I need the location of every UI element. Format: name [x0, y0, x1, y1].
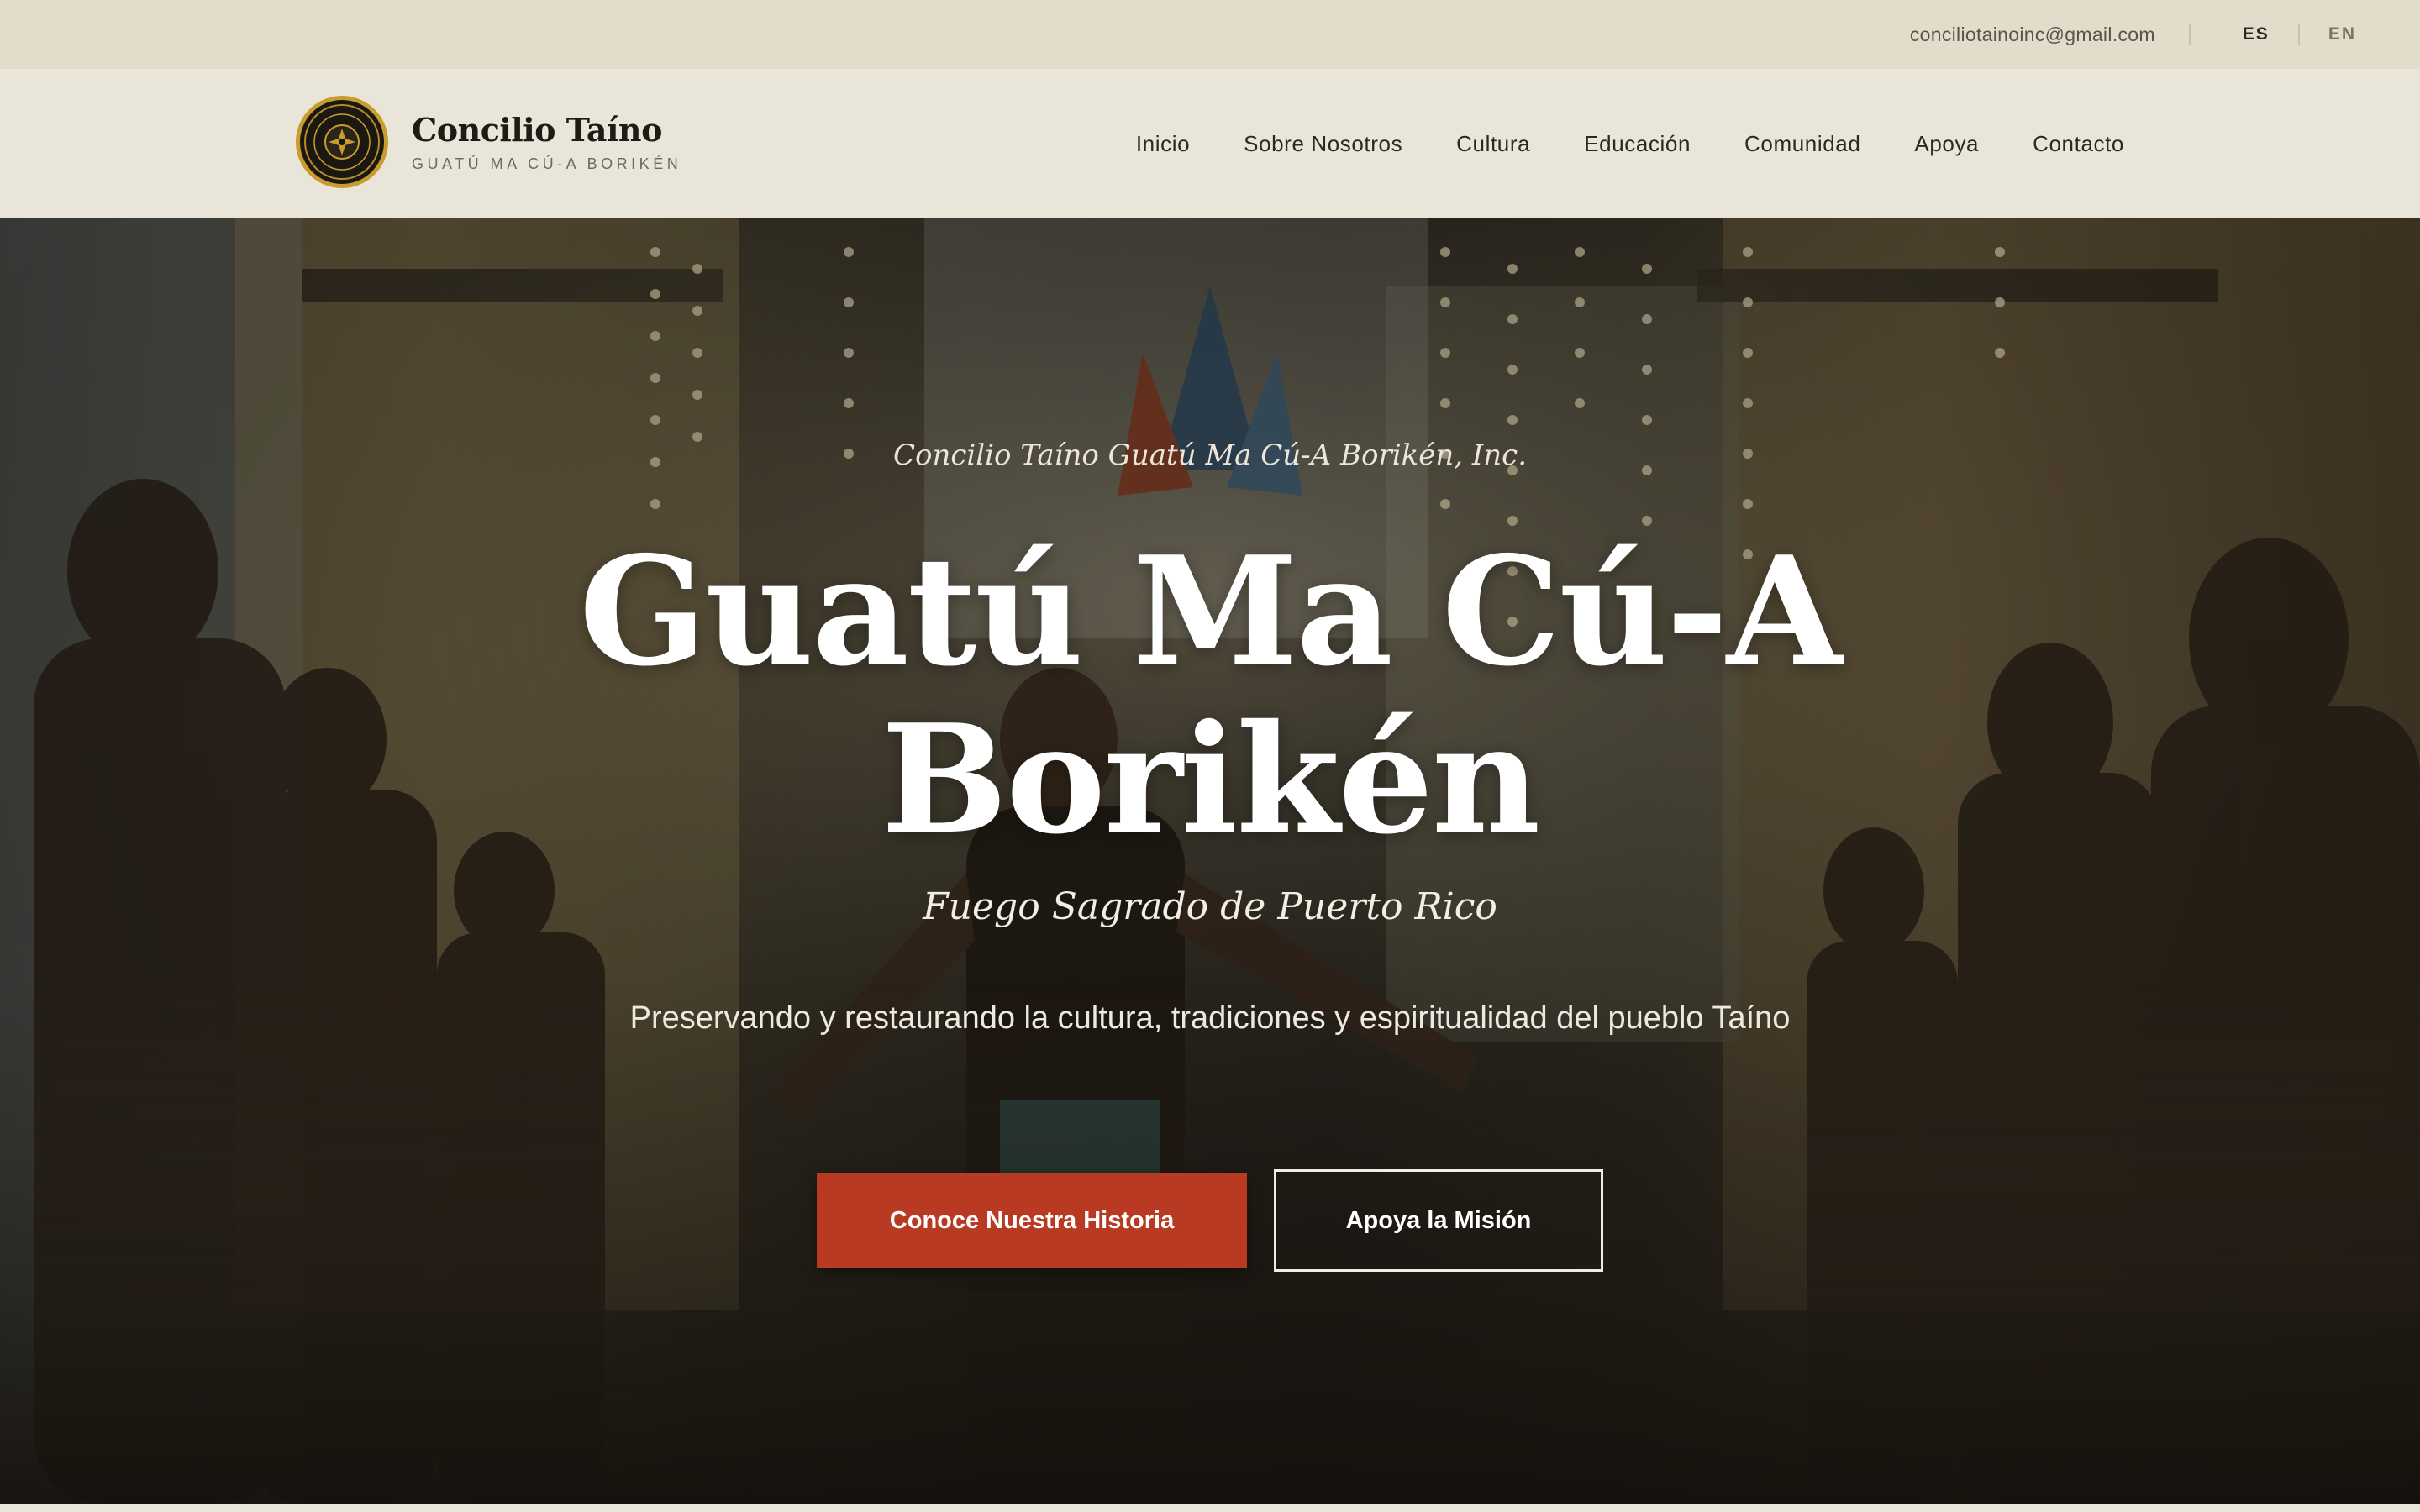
divider: [2297, 24, 2300, 45]
hero-section: Concilio Taíno Guatú Ma Cú-A Borikén, In…: [0, 218, 2420, 1504]
nav-item-contacto[interactable]: Contacto: [2033, 131, 2124, 157]
organization-name: Concilio Taíno Guatú Ma Cú-A Borikén, In…: [892, 438, 1528, 472]
hero-description: Preservando y restaurando la cultura, tr…: [629, 1000, 1791, 1036]
top-utility-bar: conciliotainoinc@gmail.com ES EN: [0, 0, 2420, 69]
brand-home-link[interactable]: Concilio Taíno GUATÚ MA CÚ-A BORIKÉN: [296, 96, 681, 188]
divider: [2188, 24, 2191, 45]
site-header: Concilio Taíno GUATÚ MA CÚ-A BORIKÉN Ini…: [0, 69, 2420, 218]
nav-item-cultura[interactable]: Cultura: [1456, 131, 1530, 157]
nav-item-educacion[interactable]: Educación: [1584, 131, 1691, 157]
circular-emblem-icon: [296, 96, 388, 188]
language-en-button[interactable]: EN: [2328, 24, 2356, 45]
support-mission-button[interactable]: Apoya la Misión: [1274, 1169, 1603, 1272]
nav-item-sobre-nosotros[interactable]: Sobre Nosotros: [1244, 131, 1402, 157]
nav-item-comunidad[interactable]: Comunidad: [1744, 131, 1860, 157]
main-navigation: Inicio Sobre Nosotros Cultura Educación …: [1136, 69, 2124, 218]
language-es-button[interactable]: ES: [2243, 24, 2270, 45]
our-history-button[interactable]: Conoce Nuestra Historia: [817, 1173, 1247, 1268]
nav-item-inicio[interactable]: Inicio: [1136, 131, 1190, 157]
page-bottom-edge: [0, 1504, 2420, 1512]
hero-tagline: Fuego Sagrado de Puerto Rico: [923, 885, 1497, 928]
hero-title: Guatú Ma Cú-A Borikén: [0, 528, 2420, 864]
brand-title: Concilio Taíno: [412, 111, 662, 149]
nav-item-apoya[interactable]: Apoya: [1914, 131, 1979, 157]
contact-email-link[interactable]: conciliotainoinc@gmail.com: [1910, 24, 2155, 46]
hero-title-line-2: Borikén: [881, 691, 1541, 867]
brand-subtitle: GUATÚ MA CÚ-A BORIKÉN: [412, 155, 682, 172]
hero-title-line-1: Guatú Ma Cú-A: [579, 523, 1843, 699]
